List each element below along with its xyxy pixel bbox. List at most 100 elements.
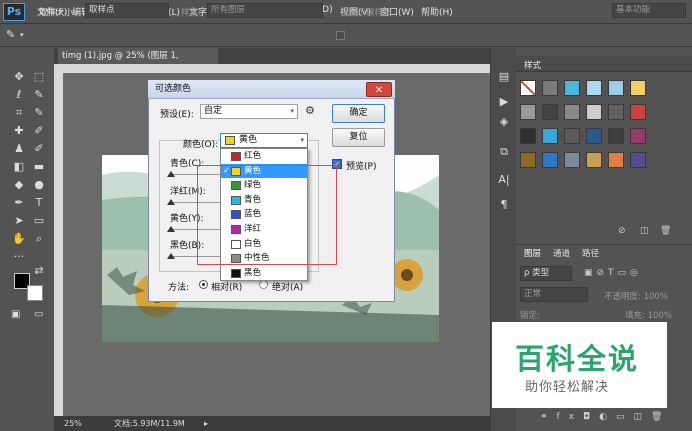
preset-value: 自定 — [204, 106, 223, 116]
style-swatch[interactable] — [520, 80, 536, 96]
style-swatch[interactable] — [586, 80, 602, 96]
style-swatch[interactable] — [630, 152, 646, 168]
crop-tool-icon[interactable]: ⌗ — [10, 104, 28, 122]
clone-source-icon[interactable]: ⧉ — [497, 145, 511, 159]
preset-label: 预设(E): — [160, 110, 194, 120]
style-swatch[interactable] — [586, 104, 602, 120]
eraser-tool-icon[interactable]: ◧ — [10, 158, 28, 176]
menu-item-10[interactable]: 帮助(H) — [421, 5, 453, 18]
dropdown-item-0[interactable]: 红色 — [221, 149, 307, 164]
type-tool-icon[interactable]: T — [30, 194, 48, 212]
zoom-tool-icon[interactable]: ⌕ — [30, 230, 48, 248]
layer-footer-icons[interactable]: ⚭fx◘◐▭◫🗑 — [540, 412, 671, 422]
properties-icon[interactable]: ◈ — [497, 115, 511, 129]
ruler-left — [54, 64, 63, 416]
screen-mode-icon[interactable]: ▭ — [34, 309, 43, 320]
zoom-level[interactable]: 25% — [64, 416, 82, 431]
preset-select[interactable]: 自定 ▾ — [200, 104, 298, 119]
absolute-label: 绝对(A) — [272, 283, 304, 293]
style-swatch[interactable] — [542, 104, 558, 120]
style-swatch[interactable] — [520, 152, 536, 168]
style-swatch[interactable] — [630, 128, 646, 144]
yellow-slider-knob[interactable] — [167, 226, 175, 232]
style-swatch[interactable] — [630, 104, 646, 120]
tab-paths[interactable]: 路径 — [582, 247, 599, 259]
cyan-slider-knob[interactable] — [167, 171, 175, 177]
shape-tool-icon[interactable]: ▭ — [30, 212, 48, 230]
background-color-swatch[interactable] — [27, 285, 43, 301]
style-swatch[interactable] — [542, 128, 558, 144]
quick-mask-icon[interactable]: ▣ — [11, 309, 20, 320]
layer-filter-select[interactable]: ρ 类型 — [520, 266, 572, 281]
pen-tool-icon[interactable]: ✒ — [10, 194, 28, 212]
black-slider-knob[interactable] — [167, 253, 175, 259]
dialog-close-button[interactable]: ✕ — [366, 82, 392, 97]
history-icon[interactable]: ▤ — [497, 70, 511, 84]
style-swatch[interactable] — [542, 80, 558, 96]
sample-label: 样本: — [181, 8, 201, 18]
status-menu-icon[interactable]: ▸ — [204, 416, 208, 431]
style-swatch[interactable] — [608, 104, 624, 120]
yellow-swatch — [225, 136, 235, 145]
hand-tool-icon[interactable]: ✋ — [10, 230, 28, 248]
blur-tool-icon[interactable]: ◆ — [10, 176, 28, 194]
paragraph-icon[interactable]: ¶ — [497, 198, 511, 212]
style-swatch[interactable] — [630, 80, 646, 96]
method-label: 方法: — [168, 283, 190, 293]
fill-field[interactable]: 填充: 100% — [625, 309, 672, 321]
style-swatch[interactable] — [564, 128, 580, 144]
eyedropper-icon[interactable]: ✎ — [6, 28, 15, 41]
no-style-icon[interactable]: ⊘ — [618, 226, 626, 236]
brush-tool-icon[interactable]: ✐ — [30, 122, 48, 140]
opacity-field[interactable]: 不透明度: 100% — [604, 290, 668, 302]
style-swatch[interactable] — [608, 128, 624, 144]
gradient-tool-icon[interactable]: ▬ — [30, 158, 48, 176]
tab-layers[interactable]: 图层 — [524, 247, 541, 259]
style-swatch[interactable] — [564, 80, 580, 96]
actions-play-icon[interactable]: ▶ — [497, 95, 511, 109]
relative-radio[interactable] — [199, 280, 208, 289]
history-brush-icon[interactable]: ✐ — [30, 140, 48, 158]
document-tab[interactable]: timg (1).jpg @ 25% (图层 1, RGB/8#) * × — [58, 48, 218, 77]
style-swatch[interactable] — [586, 152, 602, 168]
preset-options-gear-icon[interactable]: ⚙ — [305, 104, 315, 117]
style-swatch[interactable] — [520, 128, 536, 144]
blend-mode-select[interactable]: 正常 — [520, 287, 588, 302]
styles-tab[interactable]: 样式 — [524, 59, 541, 71]
style-swatch[interactable] — [608, 152, 624, 168]
style-swatch[interactable] — [586, 128, 602, 144]
style-swatch[interactable] — [608, 80, 624, 96]
tool-preset-chevron-icon[interactable]: ▾ — [20, 31, 24, 39]
healing-tool-icon[interactable]: ✚ — [10, 122, 28, 140]
style-swatch[interactable] — [564, 152, 580, 168]
workspace-select[interactable]: 基本功能 — [612, 3, 686, 18]
sample-select[interactable]: 所有图层 — [207, 3, 323, 18]
lasso-tool-icon[interactable]: ℓ — [10, 86, 28, 104]
show-ring-checkbox[interactable] — [336, 31, 345, 40]
marquee-tool-icon[interactable]: ⬚ — [30, 68, 48, 86]
delete-style-icon[interactable]: 🗑 — [660, 226, 671, 236]
character-icon[interactable]: A| — [497, 173, 511, 187]
absolute-radio[interactable] — [259, 280, 268, 289]
eyedropper-tool-icon[interactable]: ✎ — [30, 104, 48, 122]
dodge-tool-icon[interactable]: ● — [30, 176, 48, 194]
reset-button[interactable]: 复位 — [332, 128, 385, 147]
tab-channels[interactable]: 通道 — [553, 247, 570, 259]
style-swatch[interactable] — [564, 104, 580, 120]
new-style-icon[interactable]: ◫ — [640, 226, 649, 236]
dropdown-item-8[interactable]: 黑色 — [221, 266, 307, 281]
swap-colors-icon[interactable]: ⇄ — [30, 262, 48, 280]
sample-size-select[interactable]: 取样点 — [85, 3, 169, 18]
path-select-tool-icon[interactable]: ➤ — [10, 212, 28, 230]
lock-label: 锁定: — [520, 311, 540, 321]
more-tools-icon[interactable]: ··· — [10, 248, 28, 266]
style-swatch[interactable] — [542, 152, 558, 168]
colors-select[interactable]: 黄色 ▾ — [220, 133, 308, 148]
magenta-slider-knob[interactable] — [167, 199, 175, 205]
quick-select-tool-icon[interactable]: ✎ — [30, 86, 48, 104]
move-tool-icon[interactable]: ✥ — [10, 68, 28, 86]
style-swatch[interactable] — [520, 104, 536, 120]
layer-filter-icons[interactable]: ▣⊘T▭◎ — [584, 268, 642, 278]
ok-button[interactable]: 确定 — [332, 104, 385, 123]
stamp-tool-icon[interactable]: ♟ — [10, 140, 28, 158]
